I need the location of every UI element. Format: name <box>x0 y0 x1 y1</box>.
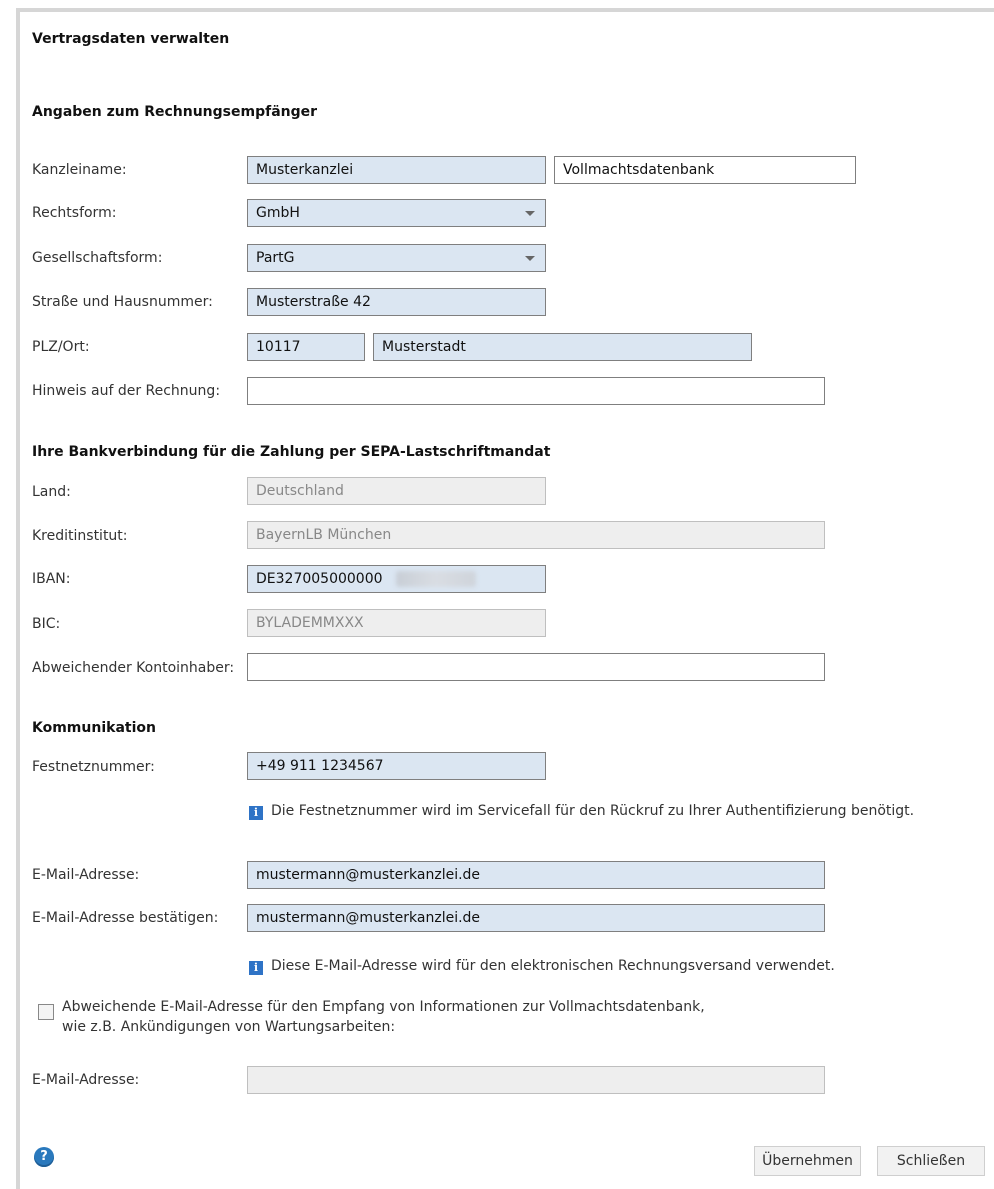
city-input[interactable]: Musterstadt <box>373 333 752 361</box>
alt-email-checkbox-label-line2: wie z.B. Ankündigungen von Wartungsarbei… <box>62 1019 396 1035</box>
account-holder-label: Abweichender Kontoinhaber: <box>32 660 235 676</box>
email-input[interactable]: mustermann@musterkanzlei.de <box>247 861 825 889</box>
alt-email-label: E-Mail-Adresse: <box>32 1072 140 1088</box>
phone-info: i Die Festnetznummer wird im Servicefall … <box>249 802 914 820</box>
street-input[interactable]: Musterstraße 42 <box>247 288 546 316</box>
bic-input: BYLADEMMXXX <box>247 609 546 637</box>
phone-label: Festnetznummer: <box>32 759 155 775</box>
email-confirm-label: E-Mail-Adresse bestätigen: <box>32 910 219 926</box>
email-info: i Diese E-Mail-Adresse wird für den elekt… <box>249 957 835 975</box>
info-icon: i <box>249 806 263 820</box>
firm-name-label: Kanzleiname: <box>32 162 127 178</box>
invoice-note-input[interactable] <box>247 377 825 405</box>
info-icon: i <box>249 961 263 975</box>
dialog-title: Vertragsdaten verwalten <box>32 31 230 47</box>
country-label: Land: <box>32 484 71 500</box>
email-label: E-Mail-Adresse: <box>32 867 140 883</box>
legal-form-value: GmbH <box>256 205 300 221</box>
account-holder-input[interactable] <box>247 653 825 681</box>
help-icon[interactable]: ? <box>34 1147 54 1167</box>
section-heading-bank: Ihre Bankverbindung für die Zahlung per … <box>32 444 551 460</box>
alt-email-checkbox-label[interactable]: Abweichende E-Mail-Adresse für den Empfa… <box>62 997 782 1037</box>
iban-input[interactable]: DE327005000000 <box>247 565 546 593</box>
company-form-value: PartG <box>256 250 295 266</box>
phone-input[interactable]: +49 911 1234567 <box>247 752 546 780</box>
company-form-label: Gesellschaftsform: <box>32 250 163 266</box>
street-label: Straße und Hausnummer: <box>32 294 213 310</box>
iban-label: IBAN: <box>32 571 71 587</box>
zip-input[interactable]: 10117 <box>247 333 365 361</box>
bank-name-label: Kreditinstitut: <box>32 528 128 544</box>
bic-label: BIC: <box>32 616 61 632</box>
firm-name-input[interactable]: Musterkanzlei <box>247 156 546 184</box>
apply-button[interactable]: Übernehmen <box>754 1146 861 1176</box>
email-confirm-input[interactable]: mustermann@musterkanzlei.de <box>247 904 825 932</box>
chevron-down-icon <box>525 256 535 261</box>
country-input: Deutschland <box>247 477 546 505</box>
redacted-blur <box>396 571 476 587</box>
legal-form-label: Rechtsform: <box>32 205 117 221</box>
company-form-select[interactable]: PartG <box>247 244 546 272</box>
section-heading-billing: Angaben zum Rechnungsempfänger <box>32 104 318 120</box>
iban-value: DE327005000000 <box>256 571 383 587</box>
close-button[interactable]: Schließen <box>877 1146 985 1176</box>
alt-email-checkbox[interactable] <box>38 1004 54 1020</box>
legal-form-select[interactable]: GmbH <box>247 199 546 227</box>
chevron-down-icon <box>525 211 535 216</box>
phone-info-text: Die Festnetznummer wird im Servicefall f… <box>271 803 915 819</box>
alt-email-checkbox-label-line1: Abweichende E-Mail-Adresse für den Empfa… <box>62 999 705 1015</box>
zip-city-label: PLZ/Ort: <box>32 339 90 355</box>
section-heading-communication: Kommunikation <box>32 720 156 736</box>
invoice-note-label: Hinweis auf der Rechnung: <box>32 383 221 399</box>
firm-name-extra-input[interactable]: Vollmachtsdatenbank <box>554 156 856 184</box>
alt-email-input <box>247 1066 825 1094</box>
email-info-text: Diese E-Mail-Adresse wird für den elektr… <box>271 958 835 974</box>
bank-name-input: BayernLB München <box>247 521 825 549</box>
